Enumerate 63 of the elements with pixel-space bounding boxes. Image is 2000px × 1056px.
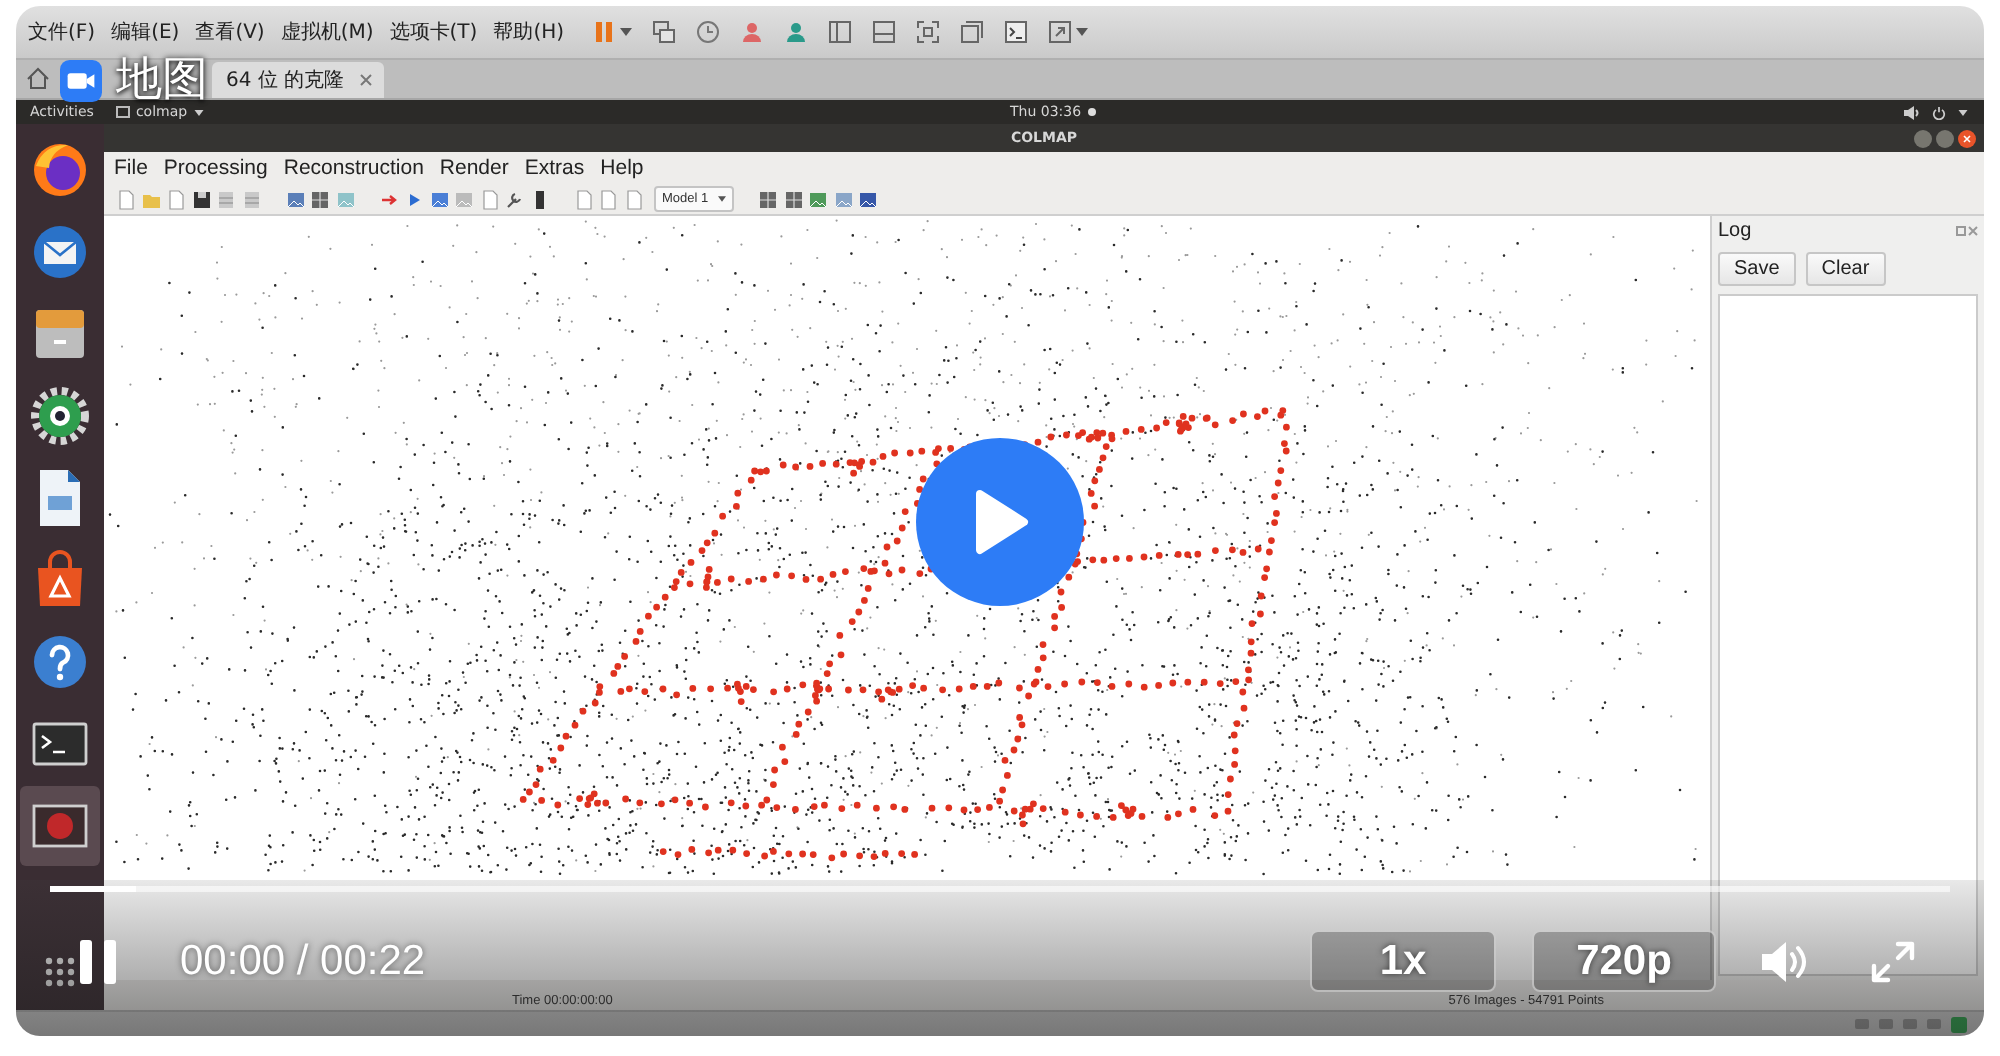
window-icon <box>115 106 130 118</box>
clear-button[interactable]: Clear <box>1805 252 1886 286</box>
save-button[interactable]: Save <box>1718 252 1796 286</box>
menu-item[interactable]: Extras <box>524 156 585 180</box>
tab[interactable]: 64 位 的克隆 <box>212 62 385 98</box>
pause-icon[interactable] <box>80 939 116 983</box>
gear-icon[interactable] <box>30 386 90 446</box>
caret-icon <box>718 196 727 202</box>
person-icon[interactable] <box>740 20 765 44</box>
caret-icon[interactable] <box>1076 28 1089 36</box>
menu-item[interactable]: 选项卡(T) <box>389 18 478 46</box>
menu-item[interactable]: Processing <box>163 156 268 180</box>
menu-item[interactable]: 编辑(E) <box>111 18 180 46</box>
close-icon[interactable] <box>1958 129 1976 147</box>
grid-icon[interactable] <box>310 189 330 209</box>
stacked-windows-icon[interactable] <box>652 20 677 44</box>
person-icon[interactable] <box>784 20 809 44</box>
caret-icon[interactable] <box>620 28 633 36</box>
play-icon[interactable] <box>404 189 424 209</box>
wrench-icon[interactable] <box>504 189 524 209</box>
volume-icon[interactable] <box>1760 939 1810 983</box>
app-grid-icon[interactable] <box>44 956 76 988</box>
drawer-icon[interactable] <box>30 304 90 364</box>
image-icon[interactable] <box>429 189 449 209</box>
time-display: 00:00 / 00:22 <box>180 937 426 985</box>
caret-icon <box>193 109 204 115</box>
resize-icon[interactable] <box>1048 20 1073 44</box>
play-icon <box>970 488 1030 556</box>
panel-title: Log <box>1718 220 1752 242</box>
caret-icon[interactable] <box>1958 109 1968 115</box>
fullscreen-icon[interactable] <box>916 20 941 44</box>
menu-item[interactable]: Reconstruction <box>283 156 424 180</box>
menu-item[interactable]: 帮助(H) <box>493 18 565 46</box>
terminal-icon[interactable] <box>1004 20 1029 44</box>
window-icon[interactable] <box>960 20 985 44</box>
record-icon[interactable] <box>20 786 100 866</box>
float-icon[interactable] <box>1956 226 1966 236</box>
globe-icon[interactable] <box>30 140 90 200</box>
video-camera-icon <box>60 59 102 101</box>
save-icon[interactable] <box>191 189 211 209</box>
arrow-icon[interactable] <box>379 189 399 209</box>
menu-item[interactable]: File <box>114 156 148 180</box>
menu-item[interactable]: 文件(F) <box>28 18 96 46</box>
speaker-icon[interactable] <box>1904 105 1920 119</box>
sidebar-layout-icon[interactable] <box>828 20 853 44</box>
power-icon[interactable] <box>1932 105 1946 119</box>
menu-item[interactable]: 查看(V) <box>195 18 265 46</box>
image-icon[interactable] <box>285 189 305 209</box>
home-icon[interactable] <box>24 64 52 92</box>
mail-icon[interactable] <box>30 222 90 282</box>
clock-icon[interactable] <box>696 20 721 44</box>
menu-item[interactable]: 虚拟机(M) <box>280 18 374 46</box>
image-icon[interactable] <box>808 189 829 209</box>
menu-item[interactable]: Render <box>439 156 509 180</box>
image-icon[interactable] <box>858 189 879 209</box>
panel-layout-icon[interactable] <box>872 20 897 44</box>
minimize-icon[interactable] <box>1914 129 1932 147</box>
notification-dot-icon <box>1087 108 1096 116</box>
grid-icon[interactable] <box>758 189 779 209</box>
menu-item[interactable]: Help <box>600 156 644 180</box>
grid-icon[interactable] <box>783 189 804 209</box>
help-icon[interactable] <box>30 632 90 692</box>
video-title: 地图 <box>116 58 208 102</box>
